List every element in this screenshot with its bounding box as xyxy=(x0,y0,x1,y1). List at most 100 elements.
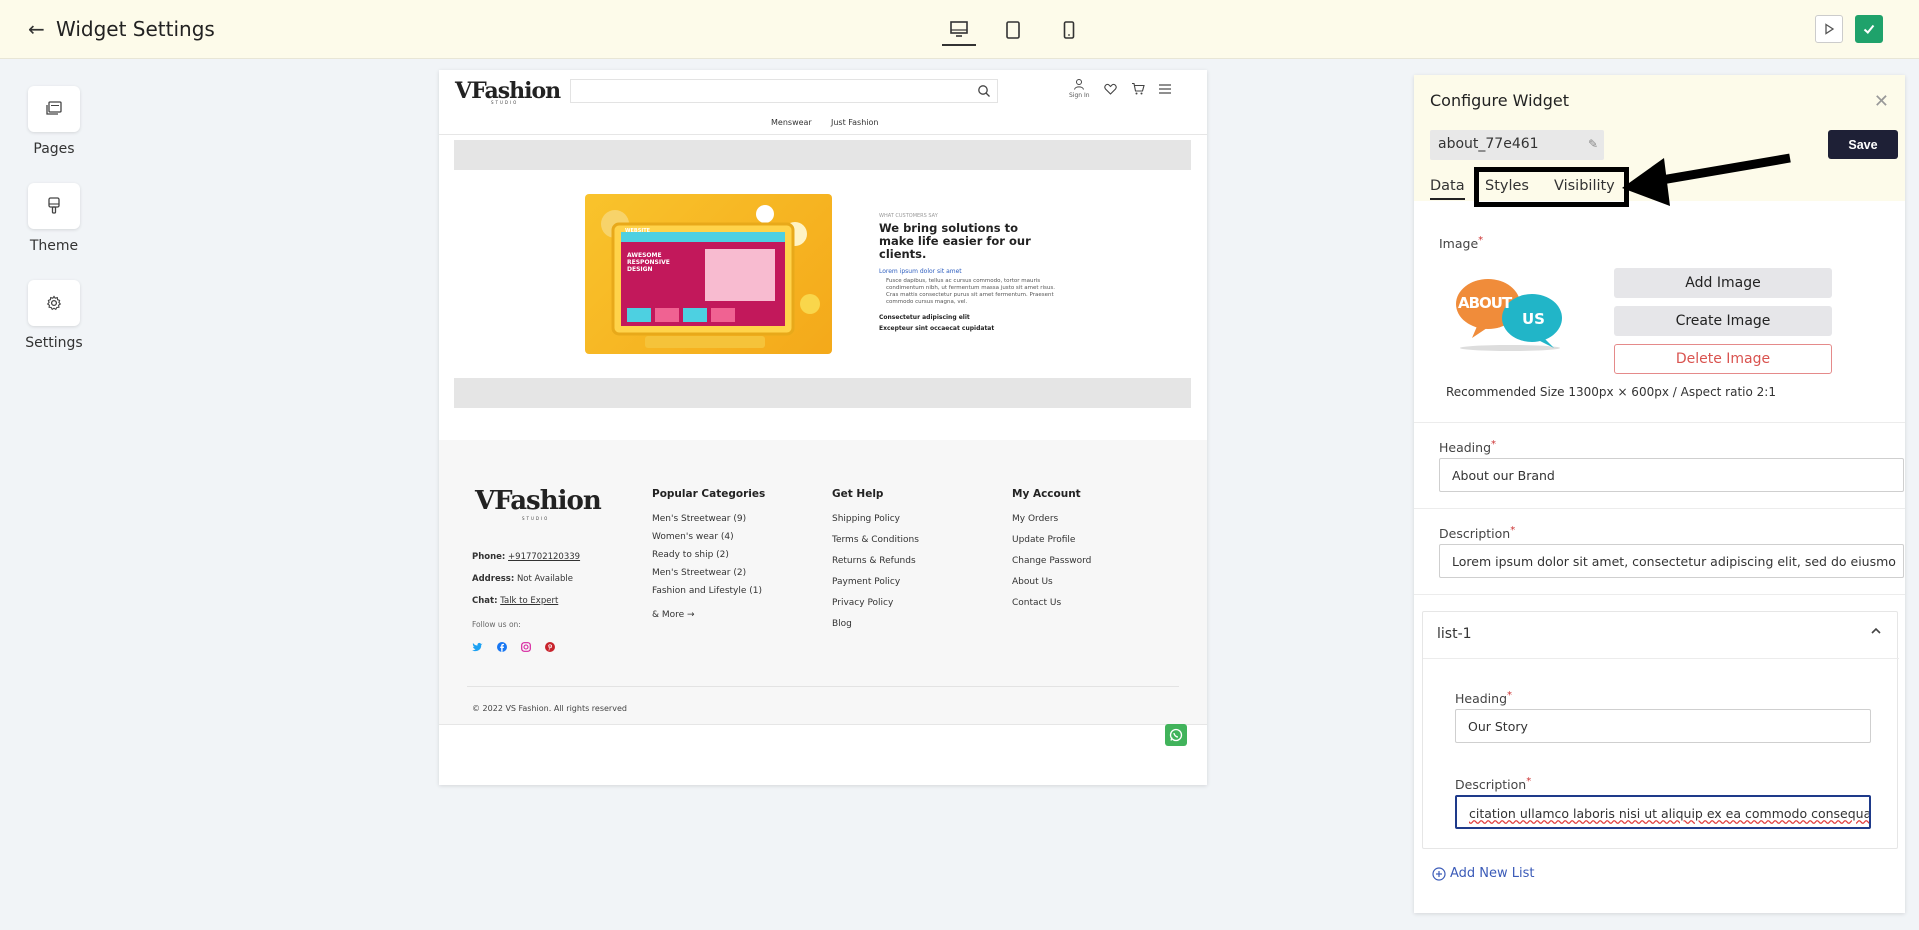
hero-list-link[interactable]: Lorem ipsum dolor sit amet xyxy=(879,268,962,275)
chat-link[interactable]: Talk to Expert xyxy=(500,596,558,606)
list-description-value: citation ullamco laboris nisi ut aliquip… xyxy=(1469,806,1871,821)
footer-col-heading: My Account xyxy=(1012,488,1081,500)
widget-id-value: about_77e461 xyxy=(1438,136,1539,152)
page-title: Widget Settings xyxy=(56,17,215,41)
preview-signin[interactable]: Sign In xyxy=(1069,78,1090,99)
whatsapp-button[interactable] xyxy=(1165,724,1187,746)
section-divider xyxy=(1414,594,1905,595)
facebook-icon[interactable] xyxy=(497,642,507,652)
footer-link[interactable]: Men's Streetwear (9) xyxy=(652,514,765,524)
list-item-accordion: list-1 Heading* Our Story Description* c… xyxy=(1422,611,1899,849)
heading-input[interactable]: About our Brand xyxy=(1439,458,1904,492)
tabs-highlight-box xyxy=(1474,167,1629,207)
footer-link[interactable]: Change Password xyxy=(1012,556,1091,566)
footer-link[interactable]: Contact Us xyxy=(1012,598,1091,608)
chat-label: Chat: xyxy=(472,596,498,606)
footer-link[interactable]: Fashion and Lifestyle (1) xyxy=(652,586,765,596)
desktop-view-button[interactable] xyxy=(942,14,976,46)
phone-label: Phone: xyxy=(472,552,506,562)
user-icon xyxy=(1074,79,1085,90)
footer-logo: VFashion xyxy=(475,486,602,516)
preview-bottom-line xyxy=(439,724,1207,725)
footer-link[interactable]: Shipping Policy xyxy=(832,514,919,524)
tab-data[interactable]: Data xyxy=(1430,178,1465,200)
play-icon xyxy=(1825,23,1835,35)
preview-hero-image: WEBSITE AWESOME RESPONSIVE DESIGN xyxy=(585,194,832,354)
search-icon xyxy=(978,85,990,97)
footer-link[interactable]: Blog xyxy=(832,619,919,629)
instagram-icon[interactable] xyxy=(521,642,531,652)
menu-icon[interactable] xyxy=(1158,83,1171,94)
list-title[interactable]: list-1 xyxy=(1437,626,1472,642)
footer-link[interactable]: Women's wear (4) xyxy=(652,532,765,542)
tablet-icon xyxy=(1006,21,1020,39)
pencil-icon[interactable]: ✎ xyxy=(1588,137,1598,151)
address-label: Address: xyxy=(472,574,515,584)
preview-grey-band-top xyxy=(454,140,1191,170)
computer-illustration xyxy=(601,205,820,348)
hero-screen-sub: AWESOME RESPONSIVE DESIGN xyxy=(627,252,670,273)
pinterest-icon[interactable] xyxy=(545,642,555,652)
widget-id-field[interactable]: about_77e461 ✎ xyxy=(1430,130,1604,160)
description-input[interactable]: Lorem ipsum dolor sit amet, consectetur … xyxy=(1439,544,1904,578)
preview-grey-band-bottom xyxy=(454,378,1191,408)
preview-nav-just-fashion[interactable]: Just Fashion xyxy=(831,118,878,127)
add-new-list-button[interactable]: Add New List xyxy=(1432,866,1535,881)
cart-icon[interactable] xyxy=(1131,82,1145,95)
preview-header-divider xyxy=(439,134,1207,135)
rail-label-settings: Settings xyxy=(25,335,83,351)
footer-address: Address: Not Available xyxy=(472,574,573,584)
create-image-button[interactable]: Create Image xyxy=(1614,306,1832,336)
preview-logo-sub: STUDIO xyxy=(491,100,519,105)
footer-link[interactable]: Privacy Policy xyxy=(832,598,919,608)
twitter-icon[interactable] xyxy=(472,642,483,652)
preview-play-button[interactable] xyxy=(1815,15,1843,43)
footer-link[interactable]: Terms & Conditions xyxy=(832,535,919,545)
footer-col-heading: Get Help xyxy=(832,488,884,500)
list-heading-label: Heading* xyxy=(1455,690,1513,707)
footer-copyright: © 2022 VS Fashion. All rights reserved xyxy=(472,704,627,713)
back-arrow-icon[interactable]: ← xyxy=(28,17,45,41)
preview-search-input[interactable] xyxy=(570,79,998,103)
list-heading-input[interactable]: Our Story xyxy=(1455,709,1871,743)
footer-more-link[interactable]: & More → xyxy=(652,610,765,620)
delete-image-button[interactable]: Delete Image xyxy=(1614,344,1832,374)
rail-item-pages[interactable]: Pages xyxy=(28,86,80,157)
footer-logo-sub: STUDIO xyxy=(522,516,550,521)
tablet-view-button[interactable] xyxy=(996,14,1030,46)
gear-icon xyxy=(46,295,62,311)
rail-settings-tile xyxy=(28,280,80,326)
footer-link[interactable]: About Us xyxy=(1012,577,1091,587)
footer-col-popular: Popular Categories Men's Streetwear (9) … xyxy=(652,488,765,628)
heading-label-text: Heading xyxy=(1439,440,1492,456)
mobile-view-button[interactable] xyxy=(1052,14,1086,46)
mobile-icon xyxy=(1063,21,1075,39)
description-label-text: Description xyxy=(1439,526,1511,542)
close-icon[interactable]: ✕ xyxy=(1874,91,1889,112)
save-button[interactable]: Save xyxy=(1828,130,1898,159)
hero-eyebrow: WHAT CUSTOMERS SAY xyxy=(879,213,938,219)
add-new-list-label: Add New List xyxy=(1450,866,1535,881)
footer-link[interactable]: My Orders xyxy=(1012,514,1091,524)
us-text: US xyxy=(1522,310,1545,328)
heart-icon[interactable] xyxy=(1103,83,1117,95)
footer-link[interactable]: Men's Streetwear (2) xyxy=(652,568,765,578)
footer-link[interactable]: Payment Policy xyxy=(832,577,919,587)
theme-icon xyxy=(48,197,60,214)
list-description-input[interactable]: citation ullamco laboris nisi ut aliquip… xyxy=(1455,795,1871,829)
rail-item-theme[interactable]: Theme xyxy=(28,183,80,254)
recommended-size-text: Recommended Size 1300px × 600px / Aspect… xyxy=(1446,385,1776,399)
footer-link[interactable]: Returns & Refunds xyxy=(832,556,919,566)
footer-link[interactable]: Ready to ship (2) xyxy=(652,550,765,560)
footer-link[interactable]: Update Profile xyxy=(1012,535,1091,545)
panel-title: Configure Widget xyxy=(1430,91,1569,110)
add-image-button[interactable]: Add Image xyxy=(1614,268,1832,298)
chevron-up-icon[interactable] xyxy=(1869,624,1883,638)
rail-pages-tile xyxy=(28,86,80,132)
about-text: ABOUT xyxy=(1458,294,1512,312)
phone-link[interactable]: +917702120339 xyxy=(508,552,580,562)
publish-check-button[interactable] xyxy=(1855,15,1883,43)
signin-label: Sign In xyxy=(1069,92,1090,99)
rail-item-settings[interactable]: Settings xyxy=(25,280,83,351)
preview-nav-menswear[interactable]: Menswear xyxy=(771,118,812,127)
